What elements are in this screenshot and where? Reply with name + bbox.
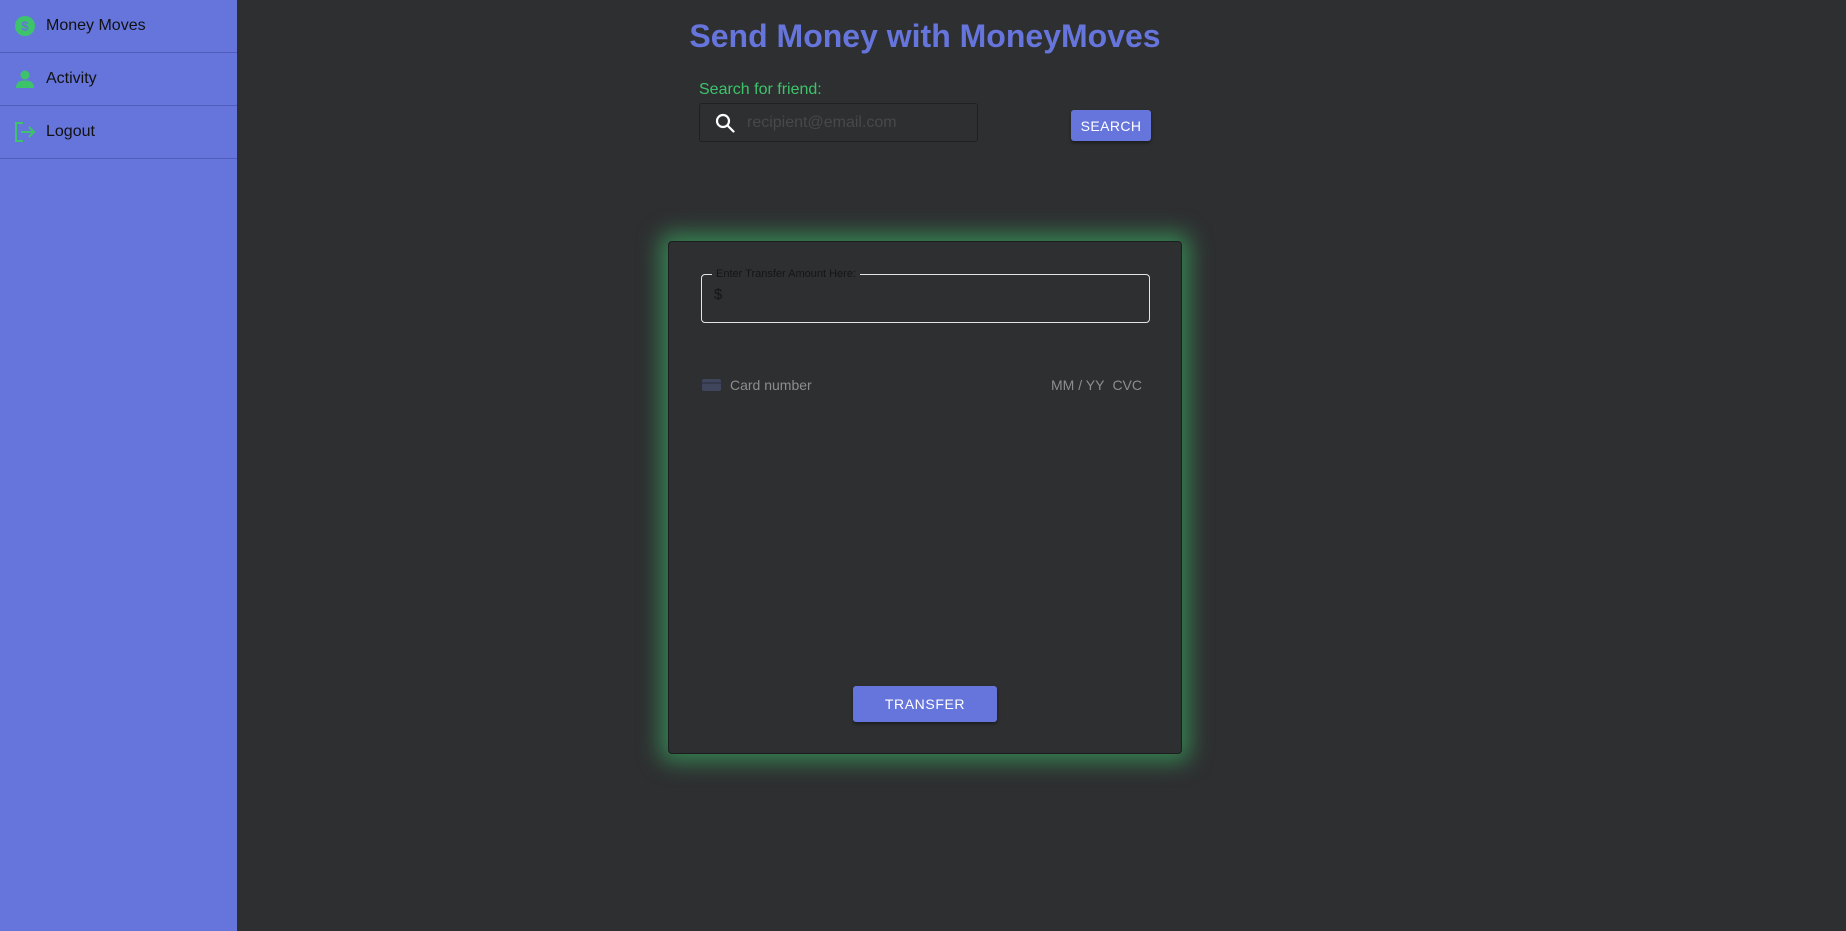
amount-input[interactable] [726, 284, 1131, 304]
amount-field[interactable]: Enter Transfer Amount Here: $ [701, 268, 1150, 323]
sidebar-item-label: Activity [46, 70, 97, 87]
card-number-input[interactable]: Card number [730, 377, 812, 393]
card-element[interactable]: Card number MM / YY CVC [702, 376, 1142, 394]
card-expiry-input[interactable]: MM / YY [1051, 377, 1104, 393]
page-title: Send Money with MoneyMoves [689, 18, 1161, 54]
currency-symbol: $ [714, 285, 723, 303]
sidebar-item-activity[interactable]: Activity [0, 53, 237, 106]
amount-label: Enter Transfer Amount Here: [716, 268, 857, 280]
credit-card-icon [702, 379, 721, 391]
sidebar: $ Money Moves Activity Logout [0, 0, 237, 931]
dollar-circle-icon: $ [13, 14, 37, 38]
search-button[interactable]: SEARCH [1071, 110, 1151, 141]
sidebar-item-money-moves[interactable]: $ Money Moves [0, 0, 237, 53]
search-icon [714, 112, 736, 134]
search-field[interactable] [699, 103, 978, 142]
sidebar-item-label: Money Moves [46, 17, 146, 34]
search-label: Search for friend: [699, 81, 822, 98]
logout-icon [13, 120, 37, 144]
search-input[interactable] [745, 112, 949, 133]
person-icon [13, 67, 37, 91]
card-cvc-input[interactable]: CVC [1112, 377, 1142, 393]
sidebar-item-label: Logout [46, 123, 95, 140]
transfer-card: Enter Transfer Amount Here: $ Card numbe… [668, 241, 1182, 754]
transfer-button[interactable]: TRANSFER [853, 686, 997, 722]
sidebar-item-logout[interactable]: Logout [0, 106, 237, 159]
svg-text:$: $ [21, 19, 29, 34]
